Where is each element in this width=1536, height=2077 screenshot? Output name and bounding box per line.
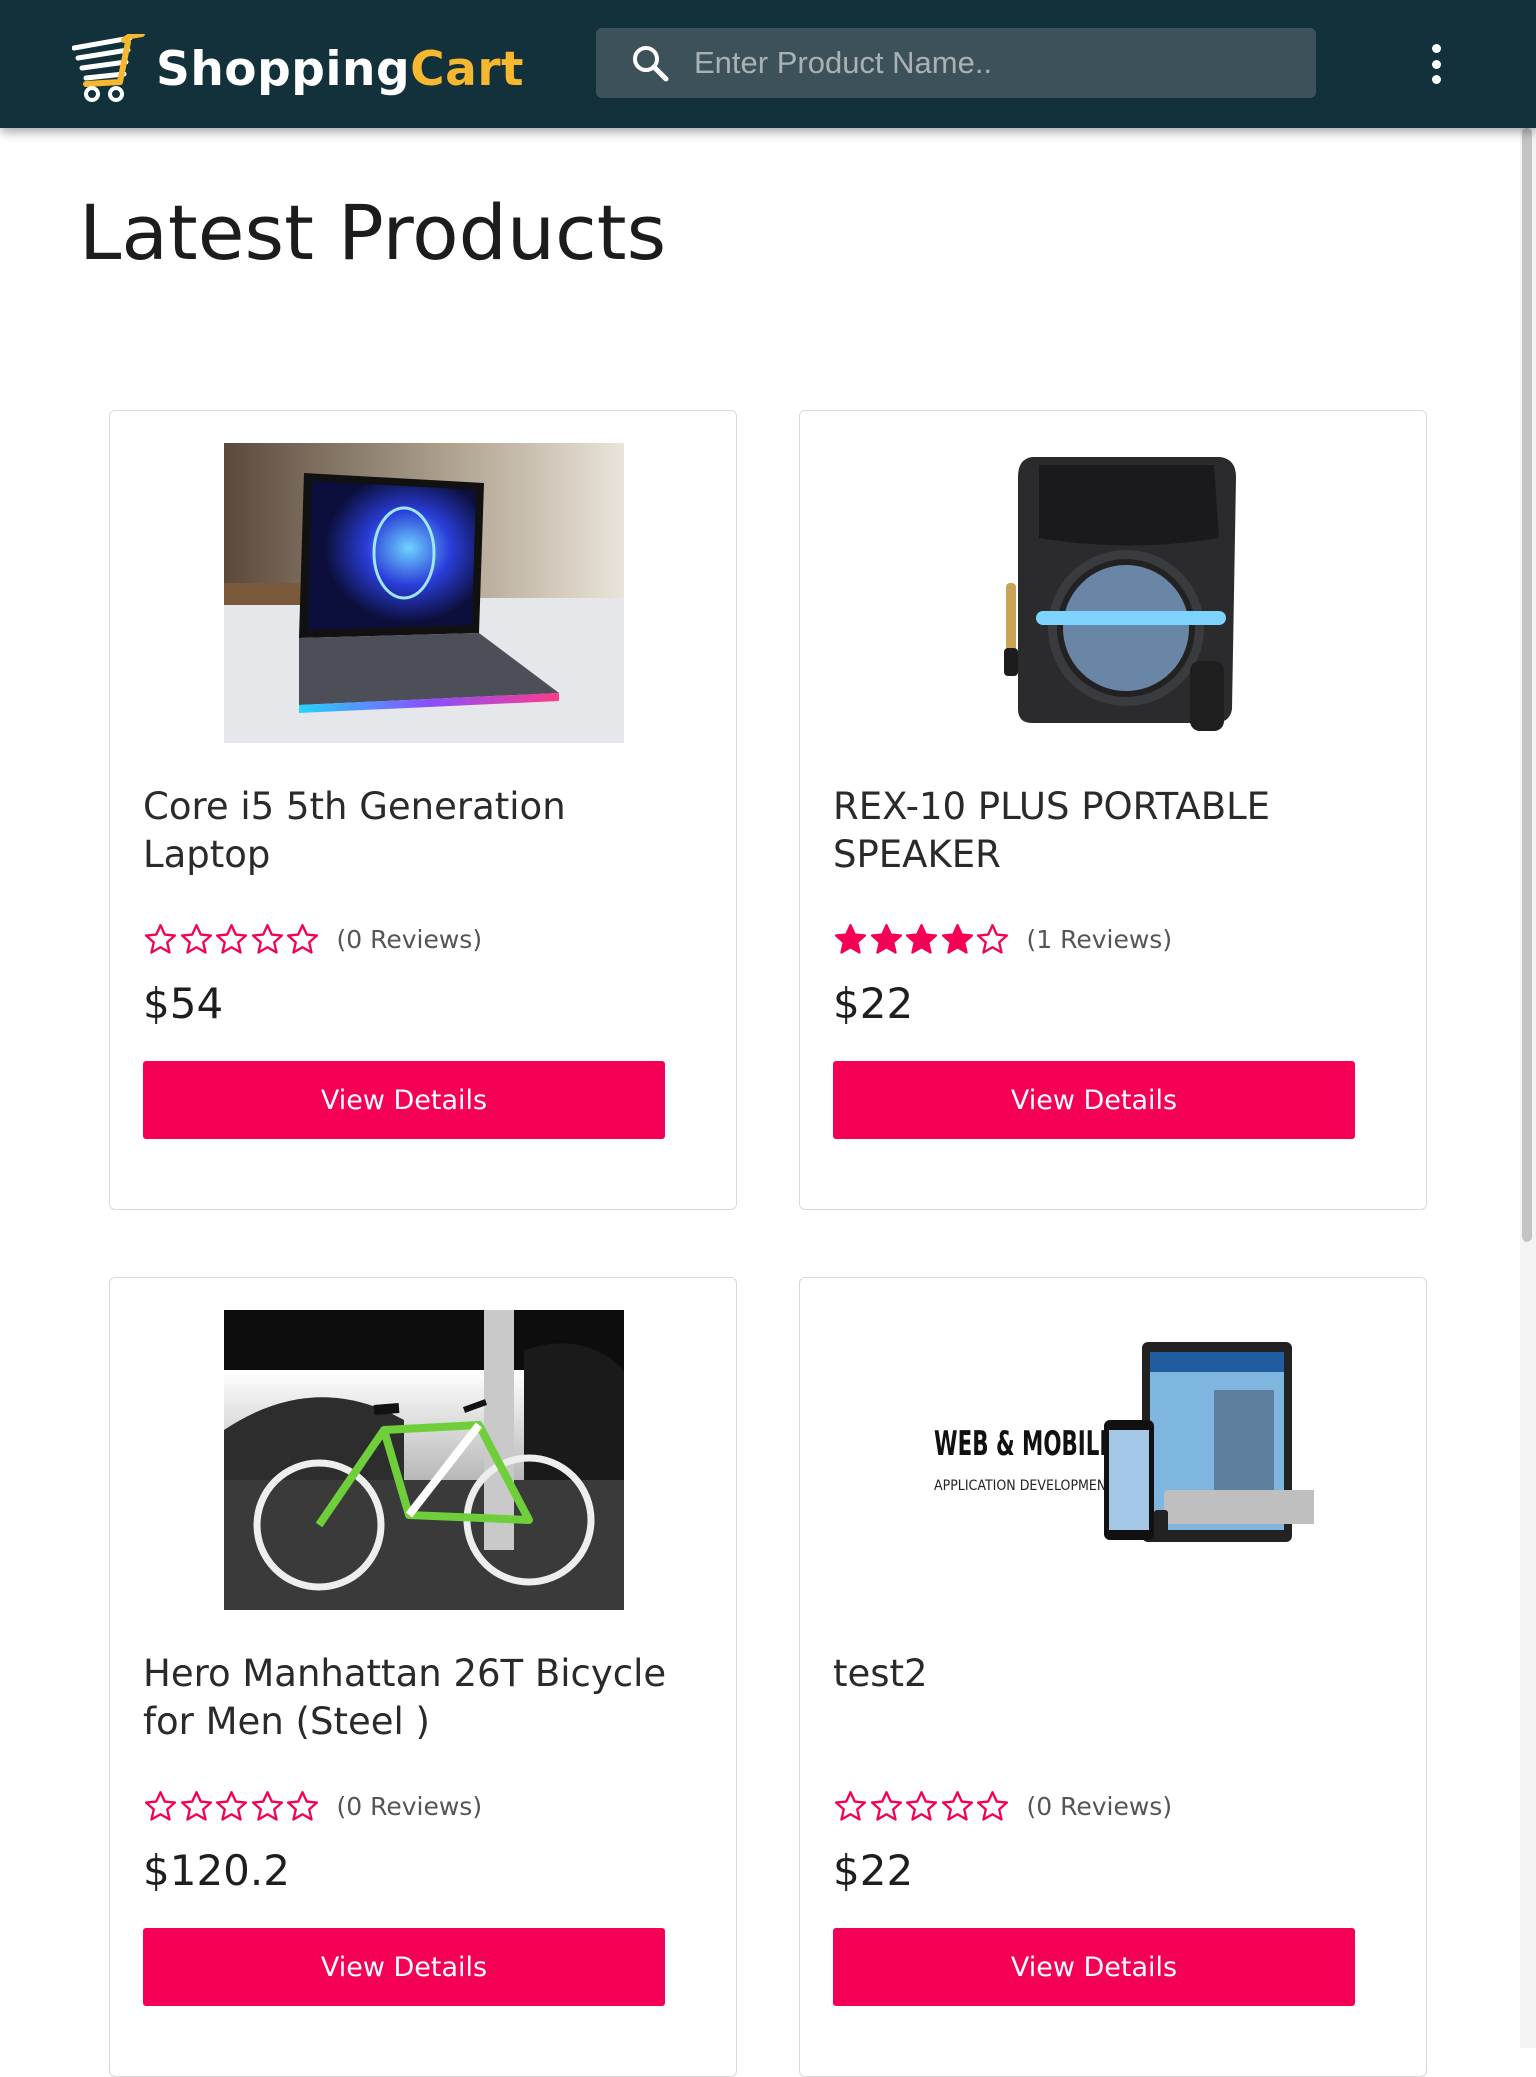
review-count: (0 Reviews) [336, 924, 483, 954]
star-outline-icon [180, 1790, 212, 1821]
image-text-sub: APPLICATION DEVELOPMENT [934, 1478, 1114, 1494]
star-outline-icon [834, 1790, 867, 1821]
product-price: $22 [833, 979, 914, 1028]
star-rating [833, 1789, 1011, 1824]
product-card[interactable]: Core i5 5th Generation Laptop (0 Reviews… [109, 410, 737, 1210]
product-price: $120.2 [143, 1846, 290, 1895]
star-outline-icon [251, 1790, 283, 1821]
star-filled-icon [834, 923, 867, 954]
product-card[interactable]: REX-10 PLUS PORTABLE SPEAKER (1 Reviews)… [799, 410, 1427, 1210]
search-bar [596, 28, 1316, 98]
web-mobile-image[interactable]: WEB & MOBILE APPLICATION DEVELOPMENT [914, 1310, 1314, 1610]
product-price: $22 [833, 1846, 914, 1895]
star-rating [143, 1789, 321, 1824]
shopping-cart-icon [72, 34, 145, 102]
product-name[interactable]: Core i5 5th Generation Laptop [143, 783, 703, 879]
review-count: (1 Reviews) [1026, 924, 1173, 954]
star-outline-icon [286, 923, 319, 954]
product-name[interactable]: Hero Manhattan 26T Bicycle for Men (Stee… [143, 1650, 703, 1746]
product-name[interactable]: REX-10 PLUS PORTABLE SPEAKER [833, 783, 1393, 879]
star-outline-icon [976, 923, 1009, 954]
product-price: $54 [143, 979, 224, 1028]
star-outline-icon [941, 1790, 973, 1821]
speaker-image[interactable] [914, 443, 1314, 743]
star-outline-icon [215, 1790, 248, 1821]
star-rating [833, 922, 1011, 957]
rating: (0 Reviews) [143, 919, 482, 959]
star-filled-icon [870, 923, 902, 954]
star-outline-icon [976, 1790, 1009, 1821]
product-card[interactable]: Hero Manhattan 26T Bicycle for Men (Stee… [109, 1277, 737, 2077]
star-filled-icon [941, 923, 973, 954]
page-title: Latest Products [79, 188, 667, 277]
more-vert-icon[interactable] [1424, 44, 1448, 84]
image-text-main: WEB & MOBILE [934, 1424, 1114, 1464]
star-outline-icon [144, 923, 177, 954]
logo-text: ShoppingCart [156, 41, 524, 97]
view-details-button[interactable]: View Details [833, 1061, 1355, 1139]
view-details-button[interactable]: View Details [833, 1928, 1355, 2006]
product-name[interactable]: test2 [833, 1650, 1393, 1698]
logo[interactable]: ShoppingCart [72, 34, 524, 104]
scrollbar-thumb[interactable] [1522, 128, 1532, 1242]
search-icon[interactable] [630, 43, 670, 83]
star-filled-icon [905, 923, 938, 954]
app-header: ShoppingCart [0, 0, 1536, 128]
review-count: (0 Reviews) [336, 1791, 483, 1821]
laptop-image[interactable] [224, 443, 624, 743]
star-outline-icon [251, 923, 283, 954]
search-input[interactable] [692, 44, 1296, 82]
product-card[interactable]: WEB & MOBILE APPLICATION DEVELOPMENT tes… [799, 1277, 1427, 2077]
star-outline-icon [215, 923, 248, 954]
rating: (0 Reviews) [833, 1786, 1172, 1826]
view-details-button[interactable]: View Details [143, 1928, 665, 2006]
star-outline-icon [286, 1790, 319, 1821]
review-count: (0 Reviews) [1026, 1791, 1173, 1821]
star-rating [143, 922, 321, 957]
star-outline-icon [180, 923, 212, 954]
bicycle-image[interactable] [224, 1310, 624, 1610]
rating: (1 Reviews) [833, 919, 1172, 959]
star-outline-icon [870, 1790, 902, 1821]
star-outline-icon [905, 1790, 938, 1821]
view-details-button[interactable]: View Details [143, 1061, 665, 1139]
rating: (0 Reviews) [143, 1786, 482, 1826]
star-outline-icon [144, 1790, 177, 1821]
